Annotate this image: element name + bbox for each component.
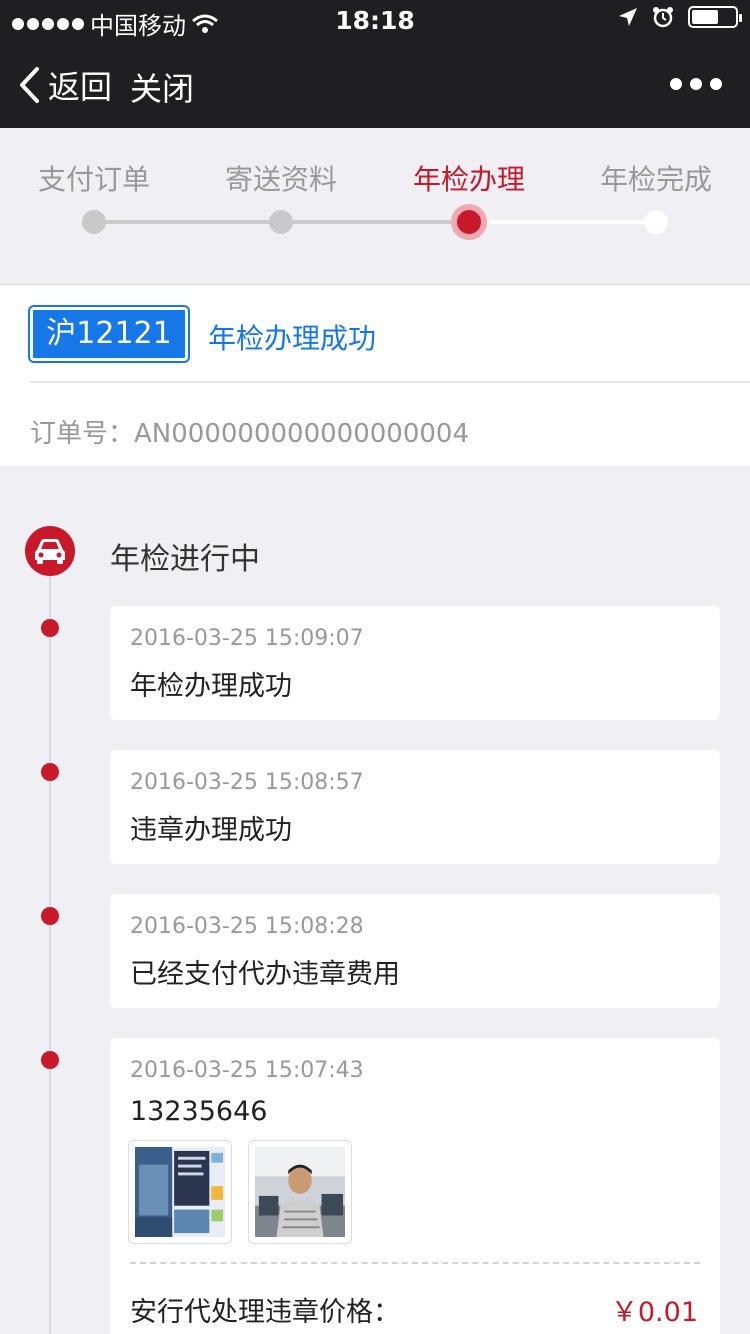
more-menu-icon[interactable]: [670, 78, 722, 90]
timeline-event: 2016-03-25 15:08:57 违章办理成功: [110, 750, 720, 864]
step-label-pay: 支付订单: [37, 163, 150, 196]
status-right: [618, 6, 742, 28]
timeline-line: [49, 560, 51, 1334]
car-icon: [25, 526, 75, 576]
nav-bar: 返回 关闭: [0, 40, 750, 128]
close-button[interactable]: 关闭: [130, 64, 194, 110]
timeline-dot: [41, 619, 59, 637]
event-time: 2016-03-25 15:08:28: [130, 914, 364, 939]
person-photo-image: [255, 1147, 345, 1237]
timeline-title: 年检进行中: [110, 542, 260, 577]
event-time: 2016-03-25 15:07:43: [130, 1058, 364, 1083]
step-node-complete: [644, 210, 668, 234]
location-arrow-icon: [619, 8, 637, 26]
back-label: 返回: [48, 68, 113, 106]
timeline-dot: [41, 763, 59, 781]
chevron-left-icon: [20, 67, 39, 103]
timeline-event: 2016-03-25 15:09:07 年检办理成功: [110, 606, 720, 720]
photo-thumbnail[interactable]: [128, 1140, 232, 1244]
event-time: 2016-03-25 15:08:57: [130, 770, 364, 795]
order-info-card: 沪12121 年检办理成功 订单号：AN000000000000000004: [0, 284, 750, 466]
price-value: ￥0.01: [610, 1297, 698, 1328]
divider: [30, 381, 750, 383]
event-time: 2016-03-25 15:09:07: [130, 626, 364, 651]
price-label: 安行代处理违章价格：: [130, 1297, 400, 1328]
back-button[interactable]: 返回: [18, 62, 112, 108]
timeline-dot: [41, 907, 59, 925]
alarm-icon: [653, 7, 673, 28]
progress-track-pending: [469, 220, 656, 224]
step-node-pay: [82, 210, 106, 234]
timeline-event: 2016-03-25 15:07:43 13235646 安行代处理违章价格： …: [110, 1038, 720, 1334]
step-label-send: 寄送资料: [224, 163, 337, 196]
dashed-divider: [130, 1262, 700, 1264]
order-status: 年检办理成功: [208, 322, 377, 355]
top-bar: 中国移动 18:18 返回 关闭: [0, 0, 750, 128]
step-node-process: [451, 204, 487, 240]
step-label-complete: 年检完成: [599, 163, 712, 196]
status-bar: 中国移动 18:18: [0, 0, 750, 40]
step-label-process: 年检办理: [412, 163, 525, 196]
license-plate-badge: 沪12121: [28, 305, 190, 363]
event-text: 违章办理成功: [130, 815, 292, 846]
photo-thumbnail[interactable]: [248, 1140, 352, 1244]
event-text: 13235646: [130, 1096, 268, 1127]
step-node-send: [269, 210, 293, 234]
timeline-dot: [41, 1051, 59, 1069]
order-number: 订单号：AN000000000000000004: [30, 419, 469, 449]
timeline-event: 2016-03-25 15:08:28 已经支付代办违章费用: [110, 894, 720, 1008]
event-text: 年检办理成功: [130, 671, 292, 702]
document-photo-image: [135, 1147, 225, 1237]
progress-steps: 支付订单 寄送资料 年检办理 年检完成: [0, 128, 750, 284]
event-text: 已经支付代办违章费用: [130, 959, 400, 990]
battery-icon: [688, 6, 742, 28]
